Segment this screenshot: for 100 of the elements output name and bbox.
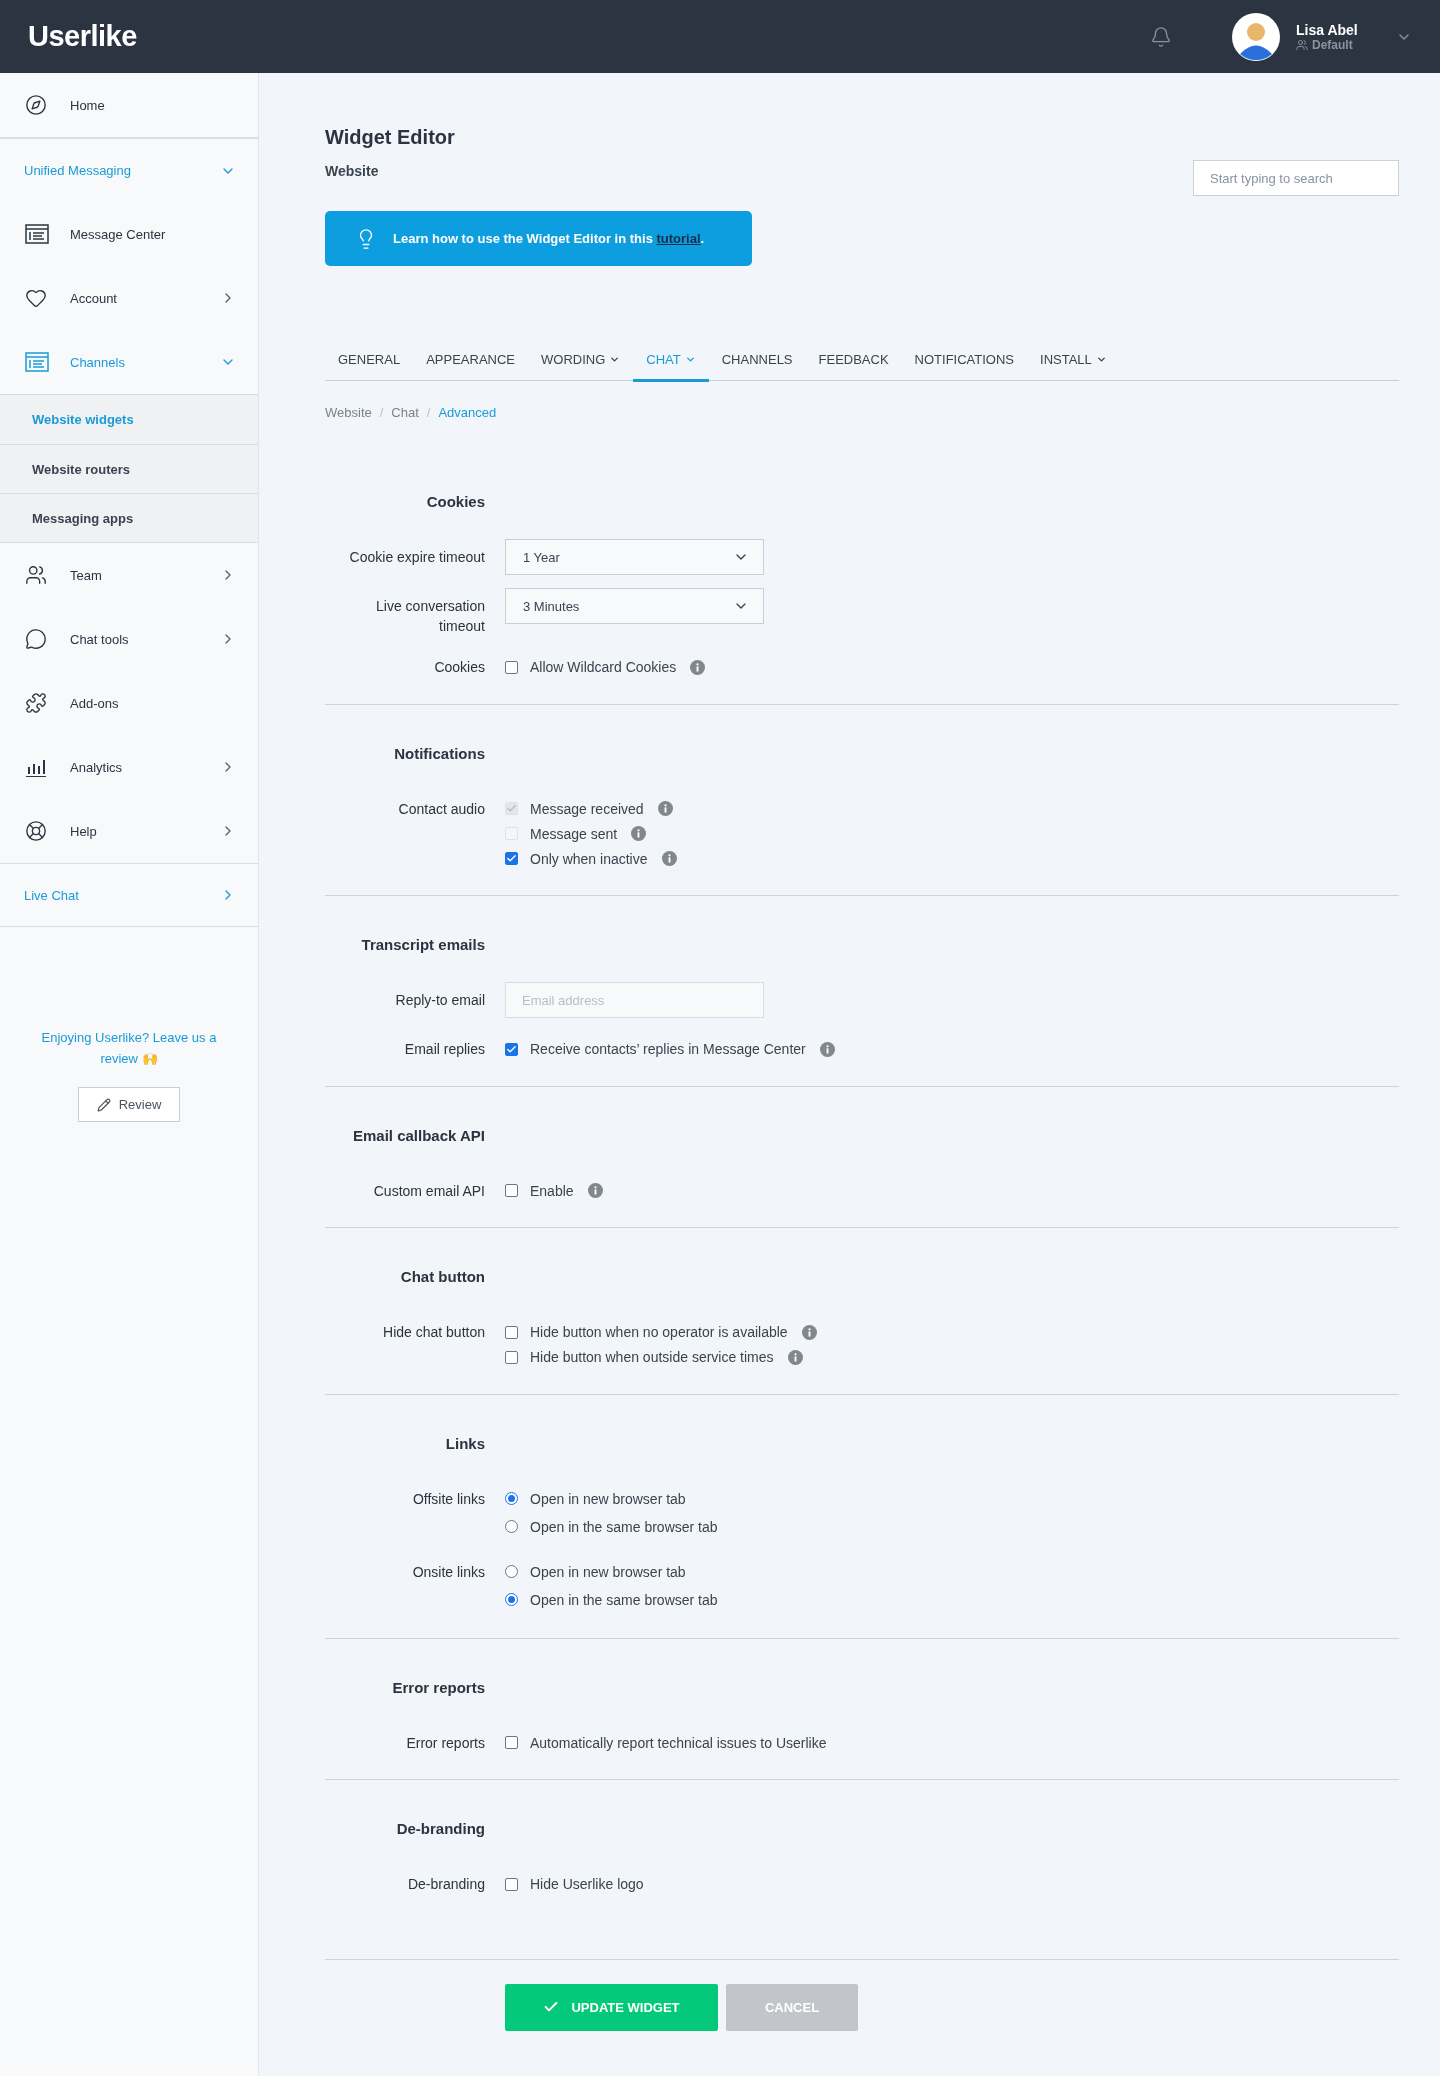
email-input[interactable]: Email address <box>505 982 764 1018</box>
field-label: Error reports <box>405 1733 485 1753</box>
nav-item[interactable]: Help <box>0 799 258 863</box>
search-field[interactable]: Start typing to search <box>1193 160 1399 196</box>
section-heading: Email callback API <box>352 1125 485 1146</box>
lifebuoy-icon <box>25 820 47 842</box>
page-title: Widget Editor <box>325 125 456 149</box>
user-name: Lisa Abel <box>1296 21 1359 38</box>
checkbox[interactable] <box>505 660 518 674</box>
heart-icon <box>25 287 47 309</box>
radio-label: Open in the same browser tab <box>530 1591 718 1608</box>
nav-item[interactable]: Message Center <box>0 202 258 266</box>
logo[interactable]: Userlike <box>28 20 137 53</box>
checkbox-label: Receive contacts’ replies in Message Center <box>530 1041 806 1057</box>
bar-chart-icon <box>25 757 47 777</box>
nav-item[interactable]: Analytics <box>0 735 258 799</box>
checkbox-label: Allow Wildcard Cookies <box>530 659 677 675</box>
dropdown-select[interactable]: 1 Year <box>505 539 764 575</box>
nav-group-label: Unified Messaging <box>24 163 132 178</box>
radio-button[interactable] <box>505 1593 518 1606</box>
checkbox[interactable] <box>505 1877 518 1891</box>
tab[interactable]: CHANNELS <box>708 352 806 382</box>
field-label: Cookies <box>433 658 485 677</box>
nav-label: Analytics <box>70 759 124 775</box>
checkbox-label: Automatically report technical issues to Userlike <box>530 1734 827 1751</box>
field-label: Cookie expire timeout <box>348 548 485 567</box>
checkbox[interactable] <box>505 1042 518 1056</box>
breadcrumb-link[interactable]: Website <box>325 405 372 420</box>
users-icon <box>25 564 47 586</box>
radio-button[interactable] <box>505 1492 518 1505</box>
tab[interactable]: FEEDBACK <box>805 352 902 382</box>
radio-button[interactable] <box>505 1520 518 1533</box>
tab[interactable]: GENERAL <box>325 352 414 382</box>
user-avatar[interactable] <box>1232 12 1280 61</box>
field-label: Custom email API <box>372 1181 485 1201</box>
compass-icon <box>25 94 47 116</box>
nav-label: Message Center <box>70 226 167 242</box>
page-subtitle: Website <box>325 163 380 179</box>
checkbox-label: Message sent <box>530 825 618 842</box>
tutorial-link[interactable]: tutorial <box>656 231 701 246</box>
review-button[interactable]: Review <box>78 1087 180 1122</box>
subnav-item[interactable]: Website routers <box>0 444 258 493</box>
user-role: Default <box>1312 37 1353 52</box>
nav-item[interactable]: Team <box>0 543 258 607</box>
chat-bubble-icon <box>25 628 47 650</box>
group-icon <box>1296 38 1308 51</box>
section-heading: Cookies <box>425 492 485 512</box>
breadcrumb-link[interactable]: Chat <box>391 405 419 420</box>
checkbox[interactable] <box>505 1350 518 1364</box>
field-label: De-branding <box>406 1875 485 1894</box>
breadcrumb-separator: / <box>426 405 431 420</box>
tab[interactable]: INSTALL <box>1027 352 1120 382</box>
caret-icon <box>684 354 696 365</box>
nav-label: Team <box>70 567 103 583</box>
info-icon[interactable] <box>661 851 677 866</box>
field-label: Live conversation timeout <box>375 597 485 636</box>
radio-button[interactable] <box>505 1565 518 1578</box>
checkbox-label: Only when inactive <box>530 850 648 867</box>
caret-icon <box>1095 354 1107 365</box>
window-icon <box>25 224 49 244</box>
tab[interactable]: WORDING <box>528 352 634 382</box>
radio-label: Open in new browser tab <box>530 1563 686 1580</box>
checkbox[interactable] <box>505 1736 518 1749</box>
nav-label: Add-ons <box>70 695 120 711</box>
field-label: Onsite links <box>411 1562 485 1582</box>
checkbox-label: Hide button when outside service times <box>530 1349 774 1365</box>
nav-item[interactable]: Account <box>0 266 258 330</box>
info-icon[interactable] <box>801 1324 817 1340</box>
breadcrumb-separator: / <box>379 405 384 420</box>
nav-group-label: Live Chat <box>24 887 80 903</box>
checkbox-label: Message received <box>530 800 644 817</box>
field-label: Reply-to email <box>394 991 485 1010</box>
info-icon[interactable] <box>819 1041 835 1057</box>
section-heading: Error reports <box>391 1677 485 1698</box>
field-label: Contact audio <box>397 799 485 819</box>
info-icon[interactable] <box>787 1349 803 1365</box>
nav-item[interactable]: Home <box>0 73 258 138</box>
section-heading: Chat button <box>399 1267 485 1287</box>
subnav-item[interactable]: Messaging apps <box>0 493 258 542</box>
checkbox-label: Hide Userlike logo <box>530 1876 644 1892</box>
info-icon[interactable] <box>690 659 706 675</box>
nav-label: Home <box>70 97 106 113</box>
checkbox[interactable] <box>505 1325 518 1339</box>
field-label: Email replies <box>403 1040 485 1059</box>
checkbox-label: Hide button when no operator is available <box>530 1324 788 1340</box>
checkbox[interactable] <box>505 852 518 865</box>
dropdown-select[interactable]: 3 Minutes <box>505 588 764 624</box>
nav-item[interactable]: Add-ons <box>0 671 258 735</box>
section-heading: De-branding <box>395 1819 485 1839</box>
bell-icon[interactable] <box>1150 25 1172 48</box>
radio-label: Open in new browser tab <box>530 1490 686 1507</box>
pencil-icon <box>96 1097 111 1112</box>
tab[interactable]: APPEARANCE <box>413 352 528 382</box>
puzzle-icon <box>25 692 47 714</box>
info-icon[interactable] <box>587 1183 603 1198</box>
nav-item[interactable]: Chat tools <box>0 607 258 671</box>
tab[interactable]: NOTIFICATIONS <box>901 352 1028 382</box>
checkbox[interactable] <box>505 1184 518 1197</box>
section-heading: Transcript emails <box>360 935 485 955</box>
nav-label: Chat tools <box>70 631 130 647</box>
